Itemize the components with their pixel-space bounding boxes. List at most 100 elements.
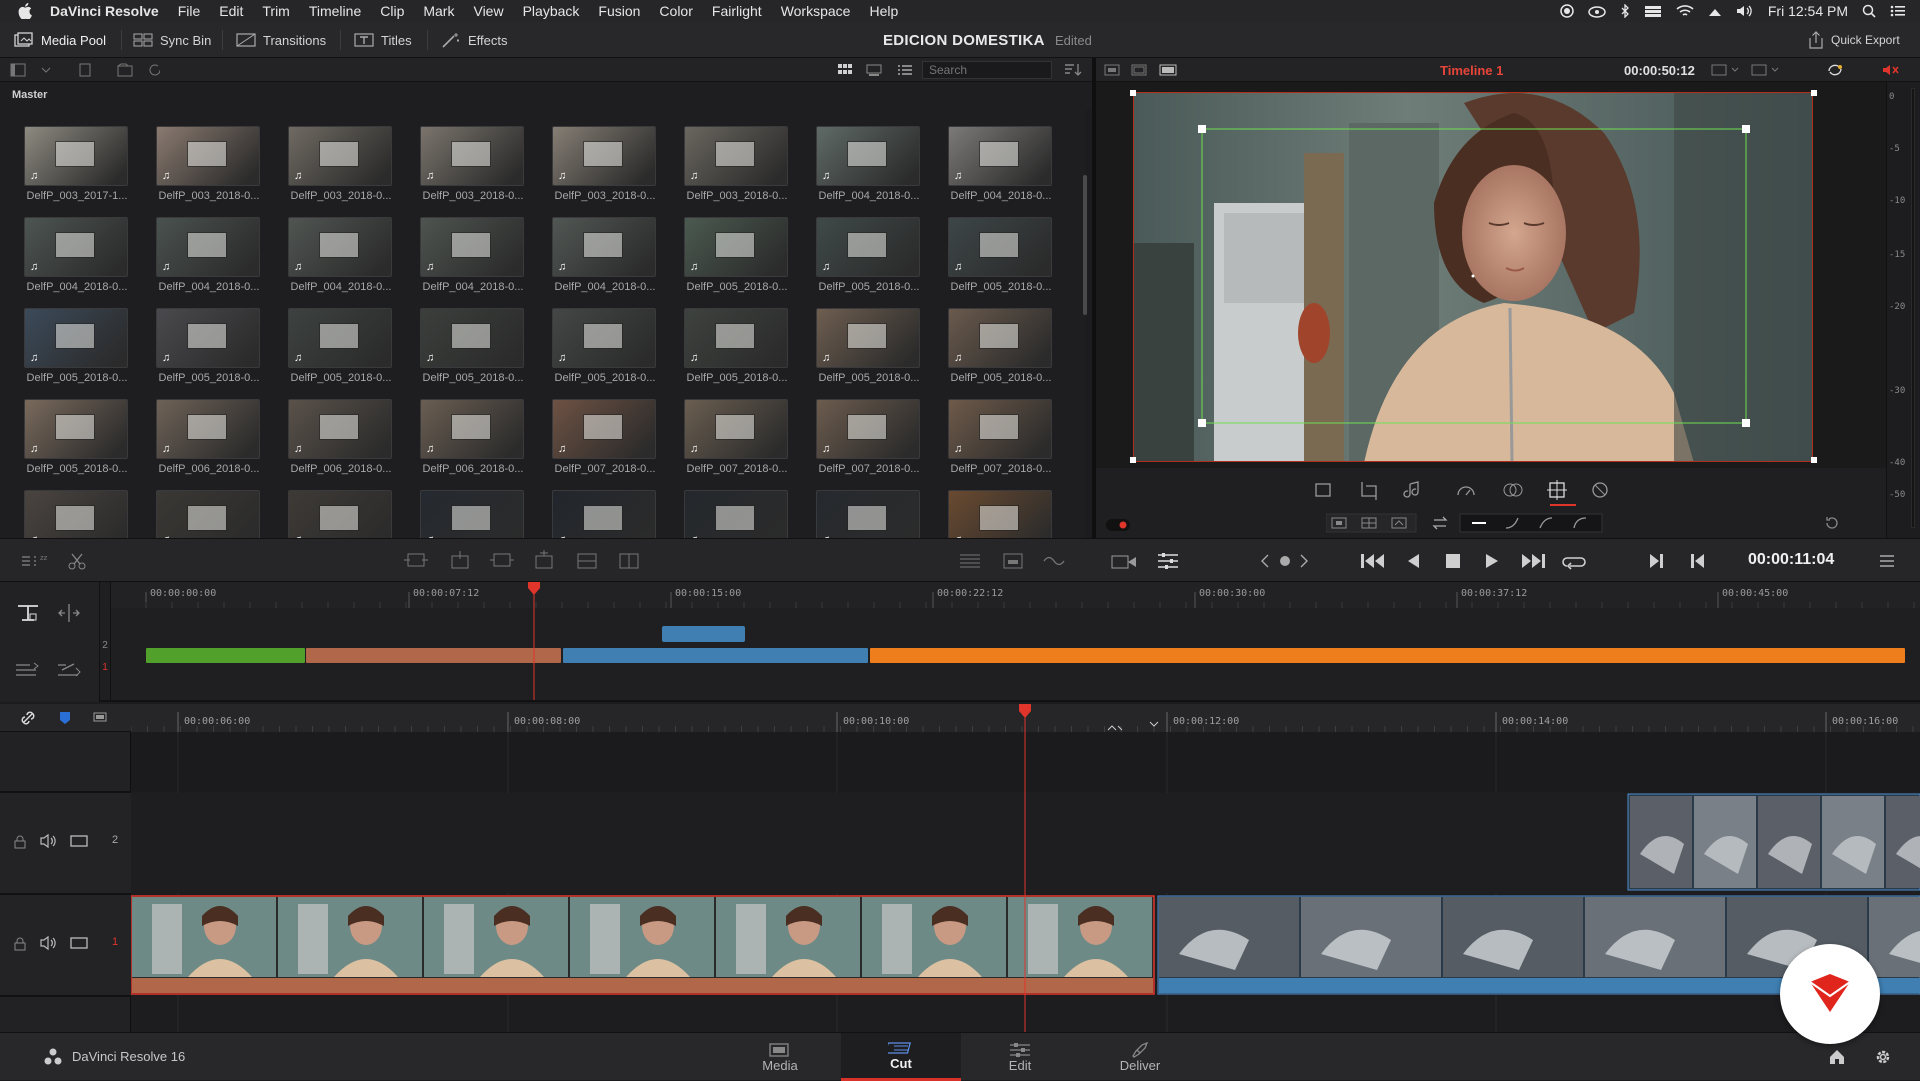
edit-page-button[interactable]: Edit bbox=[960, 1033, 1080, 1081]
media-clip-thumbnail[interactable]: ♫ bbox=[948, 490, 1054, 538]
apple-logo-icon[interactable] bbox=[18, 3, 36, 19]
menu-workspace[interactable]: Workspace bbox=[781, 3, 851, 19]
go-to-end-icon[interactable] bbox=[1520, 551, 1546, 571]
audio-icon[interactable] bbox=[40, 833, 58, 849]
media-clip-thumbnail[interactable]: ♫ DelfP_005_2018-0... bbox=[552, 308, 658, 384]
menu-color[interactable]: Color bbox=[659, 3, 692, 19]
notification-center-icon[interactable] bbox=[1890, 4, 1906, 18]
media-pool-panel-icons[interactable] bbox=[10, 63, 160, 77]
media-clip-thumbnail[interactable]: ♫ DelfP_005_2018-0... bbox=[288, 308, 394, 384]
audio-waveform-toggle-icon[interactable] bbox=[56, 660, 84, 680]
more-options-icon[interactable] bbox=[1878, 553, 1896, 569]
mute-icon[interactable] bbox=[1882, 62, 1900, 78]
media-clip-thumbnail[interactable]: ♫ bbox=[816, 490, 922, 538]
media-clip-thumbnail[interactable]: ♫ DelfP_007_2018-0... bbox=[552, 399, 658, 475]
audio-icon[interactable] bbox=[40, 935, 58, 951]
media-clip-thumbnail[interactable]: ♫ DelfP_004_2018-0... bbox=[816, 126, 922, 202]
media-clip-thumbnail[interactable]: ♫ DelfP_004_2018-0... bbox=[552, 217, 658, 293]
next-edit-icon[interactable] bbox=[1299, 551, 1309, 571]
marker-icon[interactable] bbox=[58, 710, 72, 726]
media-clip-thumbnail[interactable]: ♫ DelfP_003_2018-0... bbox=[420, 126, 526, 202]
media-clip-thumbnail[interactable]: ♫ DelfP_005_2018-0... bbox=[24, 399, 130, 475]
media-clip-thumbnail[interactable]: ♫ bbox=[684, 490, 790, 538]
media-clip-thumbnail[interactable]: ♫ bbox=[552, 490, 658, 538]
bluetooth-icon[interactable] bbox=[1620, 4, 1630, 18]
track-select-icon[interactable] bbox=[14, 660, 42, 680]
upper-timeline[interactable]: 00:00:00:00 00:00:07:12 00:00:15:00 00:00:2… bbox=[0, 582, 1920, 702]
link-icon[interactable] bbox=[20, 710, 36, 726]
sort-icon[interactable] bbox=[1064, 62, 1082, 78]
video-toggle-icon[interactable] bbox=[70, 834, 88, 848]
creative-cloud-icon[interactable] bbox=[1588, 4, 1606, 18]
play-icon[interactable] bbox=[1484, 551, 1500, 571]
media-pool-scrollbar[interactable] bbox=[1083, 175, 1087, 315]
media-clip-thumbnail[interactable]: ♫ DelfP_004_2018-0... bbox=[24, 217, 130, 293]
timeline-name[interactable]: Timeline 1 bbox=[1440, 63, 1503, 78]
mark-out-icon[interactable] bbox=[1690, 551, 1706, 571]
media-page-button[interactable]: Media bbox=[720, 1033, 840, 1081]
media-clip-thumbnail[interactable]: ♫ DelfP_003_2017-1... bbox=[24, 126, 130, 202]
snap-icon[interactable] bbox=[14, 602, 42, 624]
media-clip-thumbnail[interactable]: ♫ DelfP_007_2018-0... bbox=[684, 399, 790, 475]
media-search-input[interactable] bbox=[922, 61, 1052, 79]
airplay-icon[interactable] bbox=[1708, 4, 1722, 18]
media-clip-thumbnail[interactable]: ♫ DelfP_005_2018-0... bbox=[948, 217, 1054, 293]
menu-fusion[interactable]: Fusion bbox=[598, 3, 640, 19]
deliver-page-button[interactable]: Deliver bbox=[1080, 1033, 1200, 1081]
media-clip-thumbnail[interactable]: ♫ DelfP_005_2018-0... bbox=[156, 308, 262, 384]
menu-clip[interactable]: Clip bbox=[380, 3, 404, 19]
cut-page-button[interactable]: Cut bbox=[841, 1033, 961, 1081]
filmstrip-view-icon[interactable] bbox=[866, 62, 882, 78]
ripple-icon[interactable] bbox=[56, 602, 82, 624]
menu-playback[interactable]: Playback bbox=[523, 3, 580, 19]
upper-timeline-tracks[interactable]: 00:00:00:00 00:00:07:12 00:00:15:00 00:00:2… bbox=[0, 582, 1920, 700]
audio-trim-icons[interactable] bbox=[958, 550, 1070, 572]
media-clip-thumbnail[interactable]: ♫ DelfP_003_2018-0... bbox=[288, 126, 394, 202]
media-clip-thumbnail[interactable]: ♫ DelfP_005_2018-0... bbox=[684, 308, 790, 384]
play-reverse-icon[interactable] bbox=[1405, 551, 1421, 571]
media-clip-thumbnail[interactable]: ♫ DelfP_007_2018-0... bbox=[948, 399, 1054, 475]
media-clip-thumbnail[interactable]: ♫ DelfP_005_2018-0... bbox=[684, 217, 790, 293]
media-clip-thumbnail[interactable]: ♫ DelfP_003_2018-0... bbox=[684, 126, 790, 202]
grid-view-icon[interactable] bbox=[837, 62, 853, 78]
media-clip-thumbnail[interactable]: ♫ DelfP_005_2018-0... bbox=[24, 308, 130, 384]
edit-point-icon[interactable] bbox=[1279, 555, 1291, 567]
volume-icon[interactable] bbox=[1736, 4, 1754, 18]
viewer-tool-icons[interactable] bbox=[1310, 480, 1730, 502]
settings-gear-icon[interactable] bbox=[1874, 1048, 1892, 1066]
reset-icon[interactable] bbox=[1824, 515, 1840, 531]
media-clip-thumbnail[interactable]: ♫ DelfP_003_2018-0... bbox=[552, 126, 658, 202]
flag-icon[interactable] bbox=[92, 710, 108, 726]
media-clip-thumbnail[interactable]: ♫ DelfP_005_2018-0... bbox=[420, 308, 526, 384]
menu-timeline[interactable]: Timeline bbox=[309, 3, 361, 19]
media-clip-thumbnail[interactable]: ♫ DelfP_005_2018-0... bbox=[816, 217, 922, 293]
media-clip-thumbnail[interactable]: ♫ DelfP_007_2018-0... bbox=[816, 399, 922, 475]
playback-mode-icon[interactable] bbox=[1110, 550, 1140, 572]
home-icon[interactable] bbox=[1828, 1048, 1846, 1066]
viewer-option-icons[interactable] bbox=[1710, 63, 1794, 77]
media-clip-thumbnail[interactable]: ♫ DelfP_004_2018-0... bbox=[156, 217, 262, 293]
transform-bounding-box[interactable] bbox=[1130, 88, 1820, 468]
menu-app-name[interactable]: DaVinci Resolve bbox=[50, 3, 159, 19]
media-clip-thumbnail[interactable]: ♫ DelfP_004_2018-0... bbox=[288, 217, 394, 293]
lock-icon[interactable] bbox=[14, 835, 26, 849]
composite-mode-icons[interactable] bbox=[1326, 512, 1636, 534]
menu-trim[interactable]: Trim bbox=[262, 3, 289, 19]
mark-in-icon[interactable] bbox=[1648, 551, 1664, 571]
viewer-mode-icons[interactable] bbox=[1104, 63, 1178, 77]
stop-icon[interactable] bbox=[1444, 551, 1462, 571]
go-to-start-icon[interactable] bbox=[1360, 551, 1386, 571]
list-view-icon[interactable] bbox=[897, 62, 913, 78]
transitions-button[interactable]: Transitions bbox=[236, 22, 326, 58]
loop-icon[interactable] bbox=[1561, 550, 1587, 572]
record-dot-icon[interactable] bbox=[1106, 518, 1130, 532]
smart-bin-icon[interactable]: zz bbox=[20, 552, 50, 570]
stack-icon[interactable] bbox=[1644, 4, 1662, 18]
menu-file[interactable]: File bbox=[178, 3, 201, 19]
effects-button[interactable]: Effects bbox=[441, 22, 508, 58]
menu-edit[interactable]: Edit bbox=[219, 3, 243, 19]
lock-icon[interactable] bbox=[14, 937, 26, 951]
quick-export-button[interactable]: Quick Export bbox=[1808, 22, 1900, 58]
media-clip-thumbnail[interactable]: ♫ DelfP_005_2018-0... bbox=[816, 308, 922, 384]
spotlight-icon[interactable] bbox=[1862, 4, 1876, 18]
